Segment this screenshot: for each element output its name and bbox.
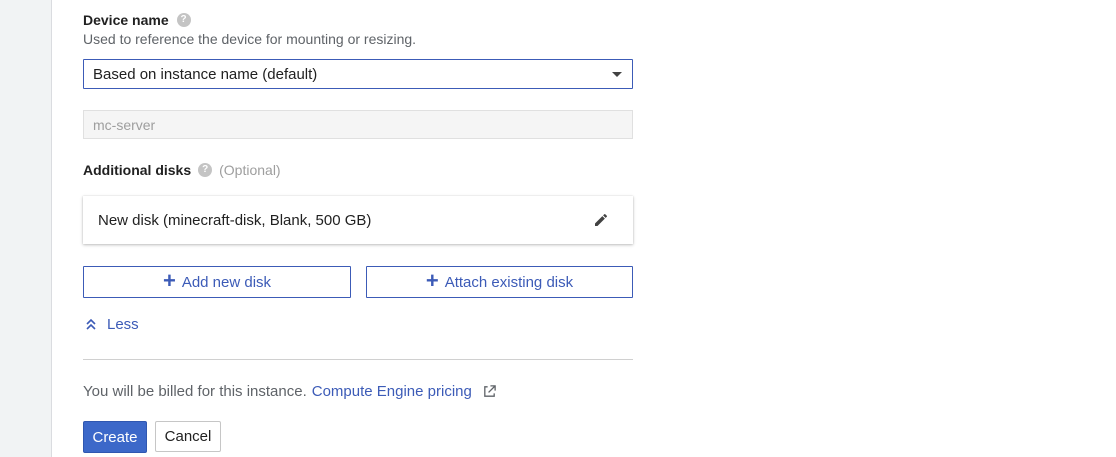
attach-existing-disk-label: Attach existing disk [444, 273, 574, 291]
double-chevron-up-icon [86, 318, 96, 330]
add-new-disk-label: Add new disk [181, 273, 272, 291]
plus-icon: + [162, 268, 176, 293]
cancel-button[interactable]: Cancel [155, 421, 221, 452]
external-link-icon[interactable] [482, 384, 497, 399]
device-name-select-value: Based on instance name (default) [93, 65, 318, 83]
dropdown-caret-icon [612, 71, 622, 77]
add-new-disk-button[interactable]: + Add new disk [83, 266, 351, 298]
help-icon[interactable]: ? [198, 163, 213, 177]
billing-notice: You will be billed for this instance. Co… [83, 383, 497, 400]
additional-disks-label-row: Additional disks ? (Optional) [83, 162, 281, 178]
edit-pencil-icon[interactable] [591, 210, 611, 230]
device-name-hint: Used to reference the device for mountin… [83, 31, 417, 47]
billing-text: You will be billed for this instance. [83, 383, 307, 400]
device-name-input [83, 110, 633, 139]
plus-icon: + [425, 268, 439, 293]
create-button[interactable]: Create [83, 421, 147, 453]
pricing-link[interactable]: Compute Engine pricing [312, 383, 472, 400]
device-name-label-row: Device name ? [83, 12, 191, 28]
left-nav-gutter [0, 0, 52, 457]
disk-card-label: New disk (minecraft-disk, Blank, 500 GB) [98, 211, 372, 229]
device-name-select[interactable]: Based on instance name (default) [83, 59, 633, 89]
help-icon[interactable]: ? [176, 13, 191, 27]
optional-label: (Optional) [219, 162, 281, 178]
additional-disks-label: Additional disks [83, 162, 192, 178]
device-name-label: Device name [83, 12, 169, 28]
less-label: Less [107, 316, 139, 333]
attach-existing-disk-button[interactable]: + Attach existing disk [366, 266, 633, 298]
less-toggle[interactable]: Less [85, 316, 139, 333]
divider [83, 359, 633, 360]
disk-card[interactable]: New disk (minecraft-disk, Blank, 500 GB) [83, 196, 633, 244]
